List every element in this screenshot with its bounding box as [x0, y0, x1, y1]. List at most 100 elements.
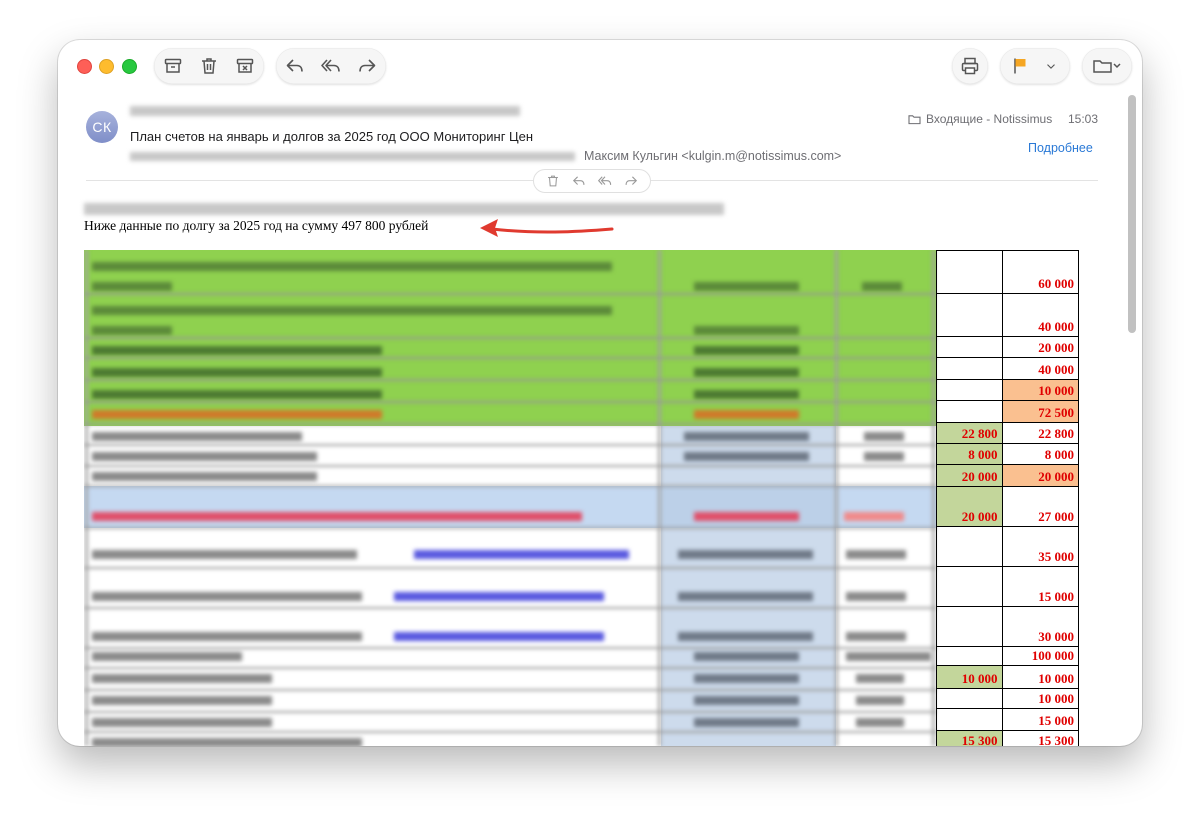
- debt-amount-cell: 8 000: [1001, 443, 1079, 465]
- debt-amount-cell: 15 300: [1001, 730, 1079, 746]
- redacted-cell: [694, 674, 799, 683]
- zoom-window-button[interactable]: [122, 59, 137, 74]
- flag-button[interactable]: [1002, 48, 1038, 84]
- redacted-cell: [678, 592, 813, 601]
- redacted-cell: [92, 592, 362, 601]
- reply-icon[interactable]: [572, 174, 586, 188]
- junk-button[interactable]: [227, 48, 263, 84]
- mailbox-actions-group: [154, 48, 264, 84]
- debt-amount-cell: 10 000: [1001, 688, 1079, 709]
- redacted-cell: [846, 592, 906, 601]
- grid-line: [84, 422, 936, 426]
- debt-amount-cell: 20 000: [1001, 464, 1079, 487]
- redacted-cell: [678, 632, 813, 641]
- print-group: [952, 48, 988, 84]
- trash-icon[interactable]: [546, 174, 560, 188]
- archive-icon: [164, 58, 182, 73]
- grid-line: [84, 688, 936, 692]
- debt-amount-cell: 100 000: [1001, 646, 1079, 666]
- grid-line: [84, 292, 936, 296]
- move-to-folder-button[interactable]: [1086, 48, 1128, 84]
- minimize-window-button[interactable]: [99, 59, 114, 74]
- grid-line: [84, 378, 936, 382]
- received-time: 15:03: [1068, 112, 1099, 126]
- debt-amount-cell: 40 000: [1001, 293, 1079, 337]
- delete-button[interactable]: [191, 48, 227, 84]
- paid-amount-cell: [936, 566, 1003, 607]
- redacted-table-columns: [84, 250, 936, 746]
- paid-amount-cell: [936, 379, 1003, 401]
- move-to-folder-icon: [1093, 60, 1121, 73]
- paid-amount-cell: [936, 400, 1003, 423]
- grid-line: [84, 526, 936, 530]
- forward-button[interactable]: [349, 48, 385, 84]
- grid-line: [84, 400, 936, 404]
- redacted-cell: [92, 738, 362, 746]
- reply-all-icon[interactable]: [598, 174, 612, 188]
- reply-all-button[interactable]: [313, 48, 349, 84]
- folder-icon: [908, 114, 921, 124]
- paid-amount-cell: 10 000: [936, 665, 1003, 689]
- paid-amount-cell: [936, 357, 1003, 380]
- grid-line: [84, 484, 936, 488]
- print-button[interactable]: [952, 48, 988, 84]
- redacted-cell: [694, 696, 799, 705]
- grid-line: [84, 646, 936, 650]
- table-row: 10 000: [936, 379, 1079, 401]
- print-icon: [961, 57, 979, 75]
- paid-amount-cell: 8 000: [936, 443, 1003, 465]
- grid-line: [84, 250, 89, 746]
- debt-amount-cell: 40 000: [1001, 357, 1079, 380]
- redacted-cell: [864, 432, 904, 441]
- grid-line: [84, 356, 936, 360]
- grid-line: [84, 606, 936, 610]
- table-row: 60 000: [936, 250, 1079, 294]
- debt-amount-cell: 60 000: [1001, 250, 1079, 294]
- grid-line: [657, 250, 662, 746]
- grid-line: [84, 443, 936, 447]
- redacted-cell: [856, 696, 904, 705]
- redacted-cell: [678, 550, 813, 559]
- debt-amount-cell: 22 800: [1001, 422, 1079, 444]
- from-address[interactable]: Максим Кульгин <kulgin.m@notissimus.com>: [584, 149, 841, 163]
- paid-amount-cell: [936, 526, 1003, 567]
- debt-amount-cell: 27 000: [1001, 486, 1079, 527]
- redacted-cell: [694, 346, 799, 355]
- mail-window: СК План счетов на январь и долгов за 202…: [58, 40, 1142, 746]
- table-row: 72 500: [936, 400, 1079, 423]
- redacted-cell: [92, 472, 317, 481]
- reply-button[interactable]: [277, 48, 313, 84]
- debt-amount-cell: 10 000: [1001, 379, 1079, 401]
- paid-amount-cell: [936, 336, 1003, 358]
- debt-amount-cell: 20 000: [1001, 336, 1079, 358]
- avatar: СК: [86, 111, 118, 143]
- forward-icon[interactable]: [624, 174, 638, 188]
- redacted-sender-name: [130, 106, 520, 116]
- debt-amount-cell: 10 000: [1001, 665, 1079, 689]
- redacted-cell: [694, 512, 799, 521]
- table-row: 40 000: [936, 357, 1079, 380]
- subject: План счетов на январь и долгов за 2025 г…: [130, 129, 534, 144]
- flag-menu-button[interactable]: [1036, 48, 1066, 84]
- chevron-down-icon: [1047, 64, 1055, 69]
- redacted-cell: [92, 306, 612, 315]
- redacted-cell: [92, 652, 242, 661]
- table-row: 20 000: [936, 336, 1079, 358]
- debt-table: 60 000 40 000 20 000 40 000 10 000 72 500 22 8…: [84, 250, 1079, 746]
- reply-actions-group: [276, 48, 386, 84]
- paid-amount-cell: [936, 708, 1003, 731]
- grid-line: [84, 464, 936, 468]
- junk-icon: [236, 58, 254, 73]
- redacted-cell: [694, 652, 799, 661]
- grid-line: [84, 730, 936, 734]
- redacted-cell: [92, 632, 362, 641]
- details-link[interactable]: Подробнее: [1028, 141, 1093, 155]
- red-arrow-annotation: [480, 219, 614, 237]
- redacted-cell: [846, 652, 931, 661]
- redacted-cell: [92, 512, 582, 521]
- scrollbar[interactable]: [1128, 95, 1136, 333]
- toolbar: [58, 40, 1142, 96]
- close-window-button[interactable]: [77, 59, 92, 74]
- archive-button[interactable]: [155, 48, 191, 84]
- redacted-cell: [92, 718, 272, 727]
